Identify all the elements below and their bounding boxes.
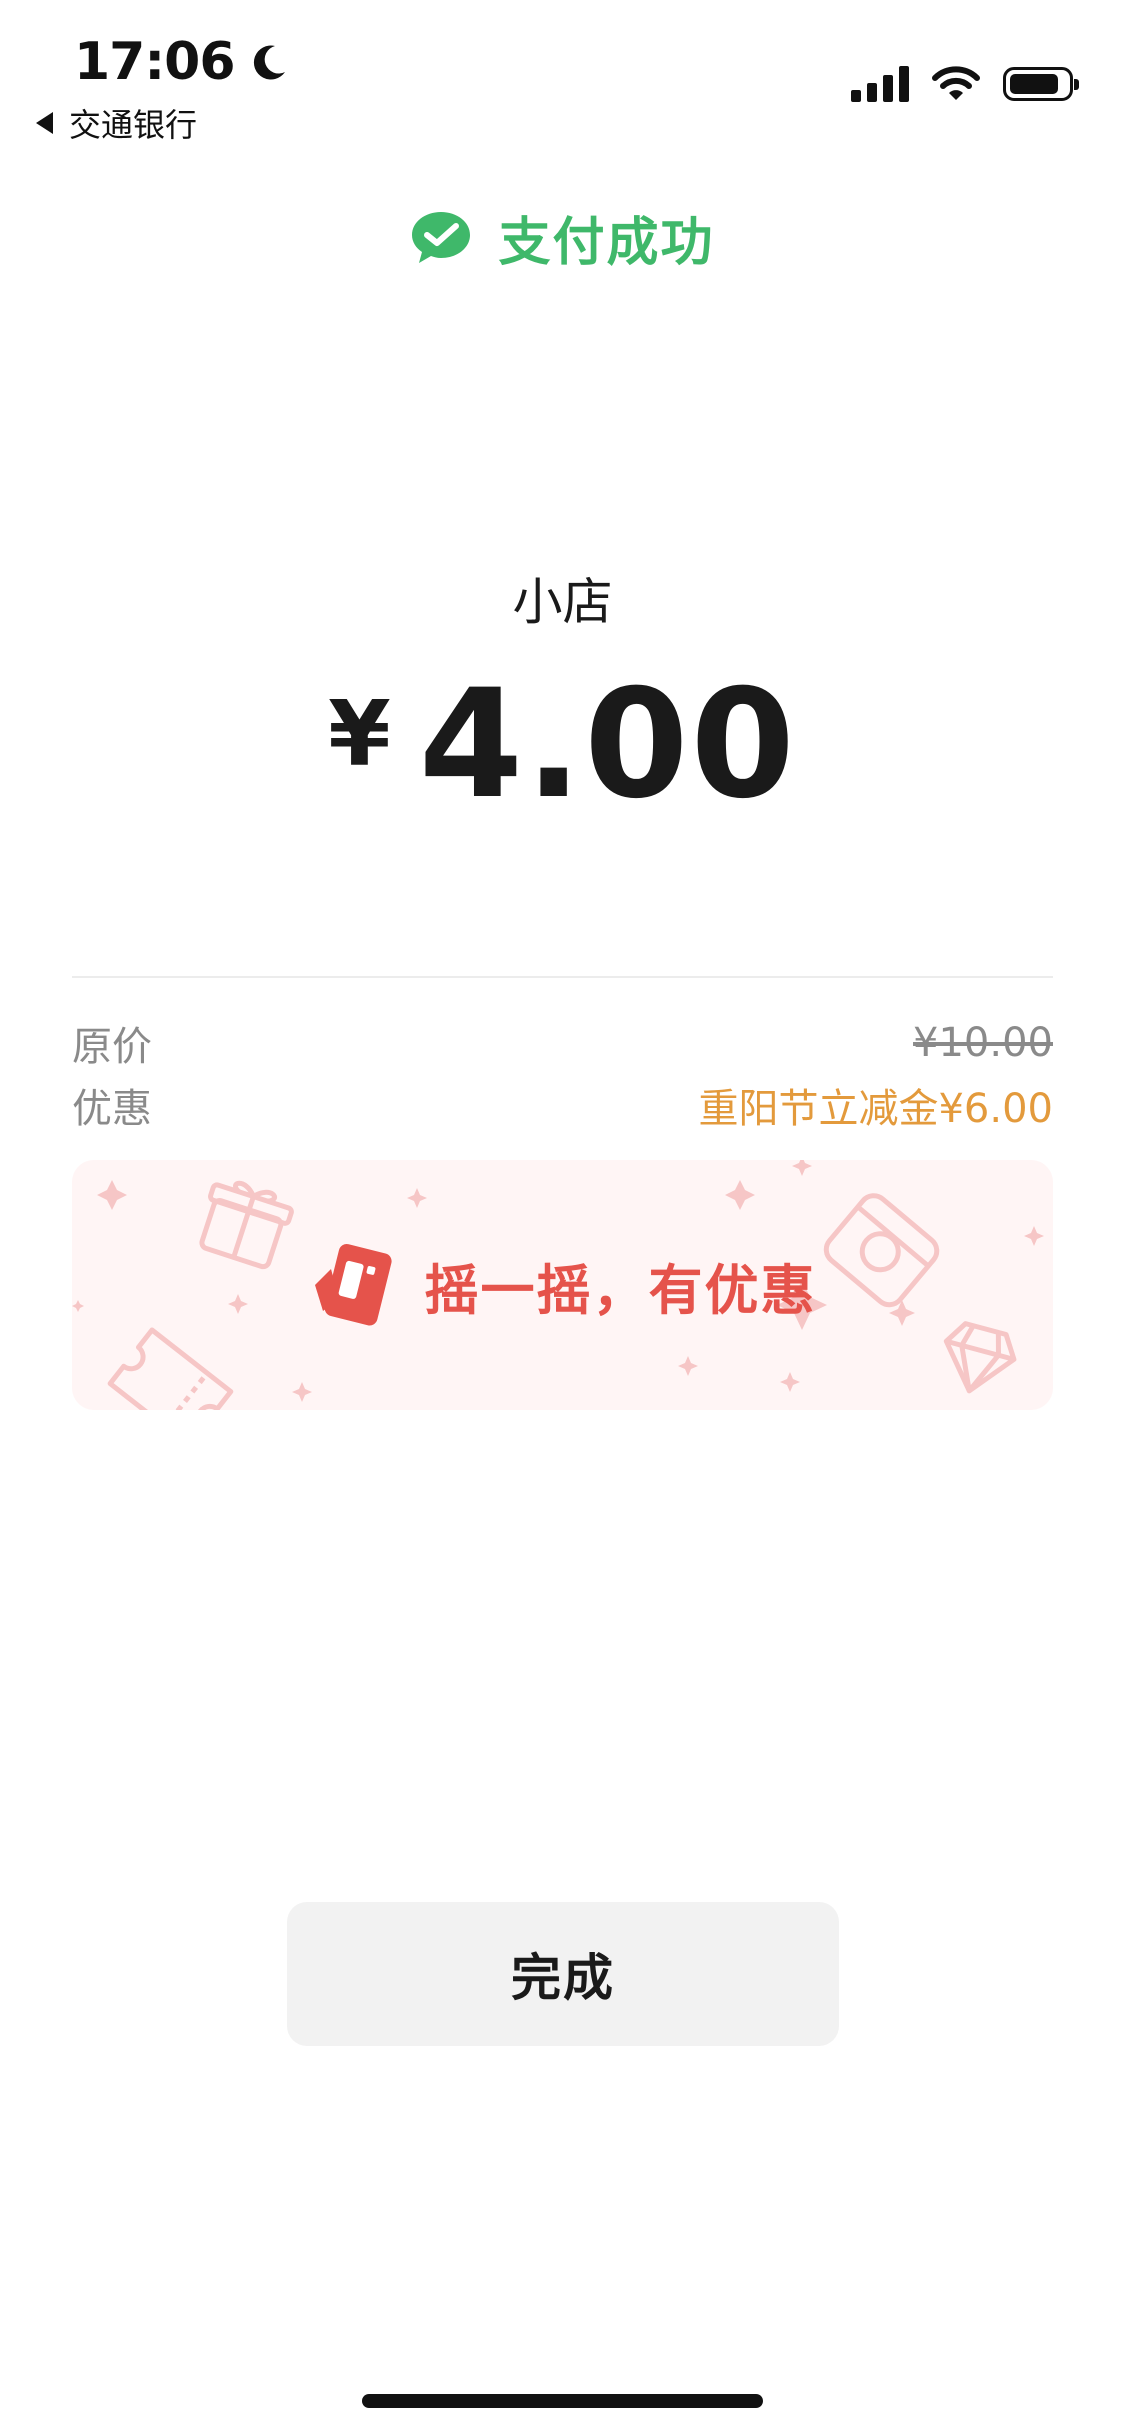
promo-content: 摇一摇，有优惠 xyxy=(72,1160,1053,1410)
cellular-signal-icon xyxy=(851,66,909,102)
status-time-text: 17:06 xyxy=(74,32,236,92)
promo-text: 摇一摇，有优惠 xyxy=(424,1258,817,1322)
divider xyxy=(72,976,1053,978)
done-button[interactable]: 完成 xyxy=(287,1902,839,2046)
home-indicator[interactable] xyxy=(362,2394,763,2408)
amount-value: 4.00 xyxy=(418,658,797,832)
discount-row: 优惠 重阳节立减金¥6.00 xyxy=(72,1076,1053,1134)
done-button-label: 完成 xyxy=(511,1949,615,2007)
back-app-label: 交通银行 xyxy=(69,106,198,144)
currency-symbol: ¥ xyxy=(328,682,391,787)
status-indicators xyxy=(851,66,1079,102)
moon-icon xyxy=(253,45,285,80)
original-price-row: 原价 ¥10.00 xyxy=(72,1014,1053,1072)
payment-success-header: 支付成功 xyxy=(0,200,1125,275)
success-title: 支付成功 xyxy=(498,213,715,273)
discount-value: 重阳节立减金¥6.00 xyxy=(698,1086,1053,1132)
wifi-icon xyxy=(932,66,980,100)
status-time: 17:06 xyxy=(74,30,289,94)
shake-promo-banner[interactable]: 摇一摇，有优惠 xyxy=(72,1160,1053,1410)
back-arrow-icon xyxy=(36,112,53,134)
back-to-app-link[interactable]: 交通银行 xyxy=(36,100,197,146)
merchant-name: 小店 xyxy=(512,573,613,631)
discount-label: 优惠 xyxy=(72,1086,152,1132)
wechat-pay-icon xyxy=(412,211,471,263)
payment-amount: ¥ 4.00 xyxy=(0,670,1125,820)
battery-level xyxy=(1010,74,1058,94)
original-price-label: 原价 xyxy=(72,1024,152,1070)
original-price-value: ¥10.00 xyxy=(913,1020,1053,1066)
shake-phone-icon xyxy=(314,1244,392,1326)
battery-icon xyxy=(1003,67,1079,101)
